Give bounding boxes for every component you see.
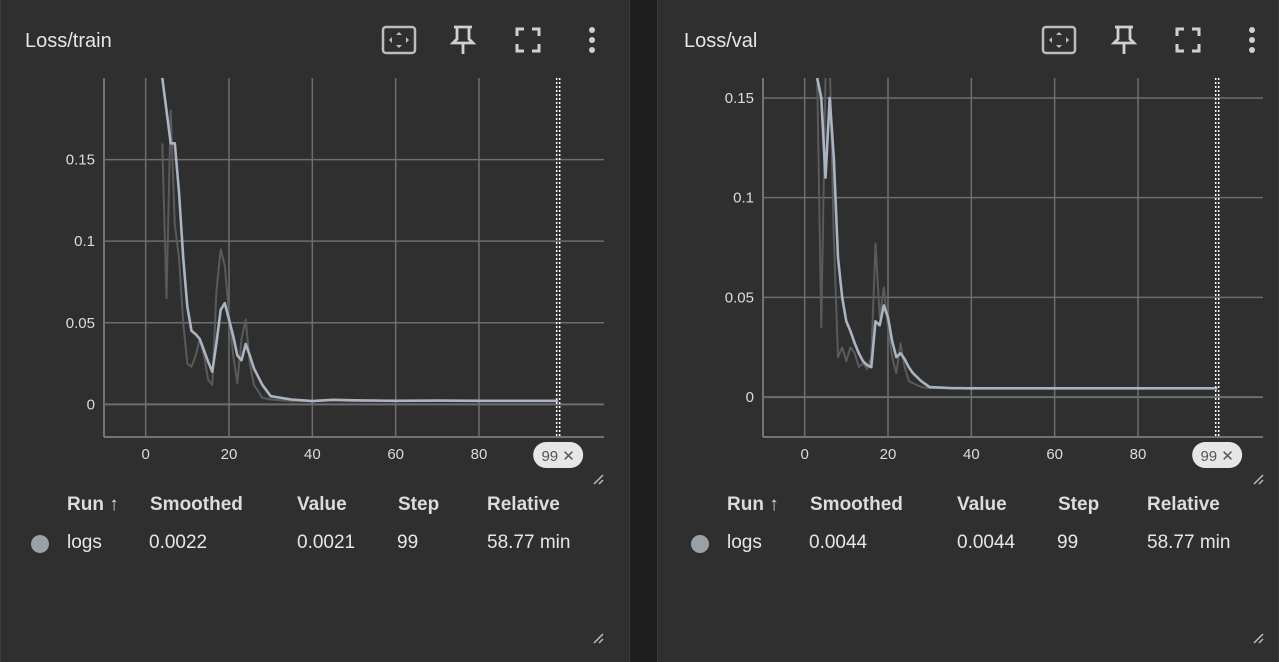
raw-value: 0.0044 — [957, 532, 1016, 553]
raw-series-line — [816, 78, 1218, 390]
more-vert-icon — [589, 27, 595, 53]
run-color-dot — [691, 535, 709, 553]
line-chart[interactable]: 0 0.05 0.1 0.15 0 20 40 60 80 99 ✕ — [658, 70, 1279, 490]
column-header-step[interactable]: Step — [1058, 492, 1099, 518]
card-title: Loss/val — [684, 30, 758, 52]
run-name: logs — [67, 532, 102, 553]
y-tick-label: 0.05 — [725, 289, 754, 306]
x-tick-label: 20 — [221, 446, 238, 463]
resize-handle-icon[interactable] — [1252, 473, 1264, 485]
run-name: logs — [727, 532, 762, 553]
data-table-header: Run ↑ Smoothed Value Step Relative — [1, 492, 629, 518]
fit-domain-icon — [1041, 25, 1077, 55]
fullscreen-button[interactable] — [1168, 22, 1208, 58]
column-header-relative[interactable]: Relative — [1147, 492, 1220, 518]
step-badge-label: 99 ✕ — [541, 448, 574, 465]
smoothed-series-line — [161, 78, 559, 403]
y-tick-label: 0.1 — [733, 190, 754, 207]
y-tick-label: 0.15 — [66, 152, 95, 169]
fit-domain-button[interactable] — [379, 22, 419, 58]
pin-icon — [450, 25, 476, 54]
x-tick-label: 20 — [880, 446, 897, 463]
plot-area — [815, 78, 1218, 390]
chart-card-loss-train: Loss/train 0 0.05 0.1 0.15 0 20 40 60 80 99 ✕ Run… — [0, 0, 630, 662]
resize-handle-icon[interactable] — [592, 632, 604, 644]
column-header-value[interactable]: Value — [957, 492, 1007, 518]
x-tick-label: 0 — [141, 446, 149, 463]
resize-handle-icon[interactable] — [1252, 632, 1264, 644]
step-badge-label: 99 ✕ — [1200, 448, 1233, 465]
column-header-relative[interactable]: Relative — [487, 492, 560, 518]
chart-card-loss-val: Loss/val 0 0.05 0.1 0.15 0 20 40 60 80 99 ✕ Run ↑… — [657, 0, 1279, 662]
column-header-run[interactable]: Run ↑ — [727, 492, 779, 518]
step-value: 99 — [397, 532, 419, 553]
relative-time: 58.77 min — [487, 532, 571, 553]
pin-button[interactable] — [443, 22, 483, 58]
line-chart[interactable]: 0 0.05 0.1 0.15 0 20 40 60 80 99 ✕ — [1, 70, 631, 490]
step-value: 99 — [1057, 532, 1079, 553]
fullscreen-icon — [515, 27, 541, 53]
y-tick-label: 0.15 — [725, 90, 754, 107]
resize-handle-icon[interactable] — [592, 473, 604, 485]
table-row: logs 0.0022 0.0021 99 58.77 min — [1, 530, 629, 556]
x-tick-label: 0 — [800, 446, 808, 463]
x-tick-label: 40 — [963, 446, 980, 463]
smoothed-value: 0.0022 — [149, 532, 208, 553]
x-tick-label: 80 — [1130, 446, 1147, 463]
run-color-dot — [31, 535, 49, 553]
x-tick-label: 60 — [1046, 446, 1063, 463]
column-header-value[interactable]: Value — [297, 492, 347, 518]
y-tick-label: 0 — [87, 396, 95, 413]
raw-series-line — [161, 109, 559, 403]
y-tick-label: 0 — [746, 389, 754, 406]
plot-area — [161, 78, 559, 403]
smoothed-series-line — [815, 78, 1218, 390]
pin-icon — [1111, 25, 1137, 54]
relative-time: 58.77 min — [1147, 532, 1231, 553]
column-header-smoothed[interactable]: Smoothed — [150, 492, 243, 518]
smoothed-value: 0.0044 — [809, 532, 868, 553]
more-vert-icon — [1249, 27, 1255, 53]
pin-button[interactable] — [1104, 22, 1144, 58]
card-title: Loss/train — [25, 30, 112, 52]
more-options-button[interactable] — [572, 22, 612, 58]
y-tick-label: 0.05 — [66, 315, 95, 332]
fullscreen-icon — [1175, 27, 1201, 53]
table-row: logs 0.0044 0.0044 99 58.77 min — [658, 530, 1278, 556]
more-options-button[interactable] — [1232, 22, 1272, 58]
data-table-header: Run ↑ Smoothed Value Step Relative — [658, 492, 1278, 518]
column-header-smoothed[interactable]: Smoothed — [810, 492, 903, 518]
column-header-run[interactable]: Run ↑ — [67, 492, 119, 518]
x-tick-label: 40 — [304, 446, 321, 463]
raw-value: 0.0021 — [297, 532, 356, 553]
fit-domain-icon — [381, 25, 417, 55]
x-tick-label: 60 — [387, 446, 404, 463]
column-header-step[interactable]: Step — [398, 492, 439, 518]
fullscreen-button[interactable] — [508, 22, 548, 58]
y-tick-label: 0.1 — [74, 233, 95, 250]
fit-domain-button[interactable] — [1039, 22, 1079, 58]
x-tick-label: 80 — [471, 446, 488, 463]
